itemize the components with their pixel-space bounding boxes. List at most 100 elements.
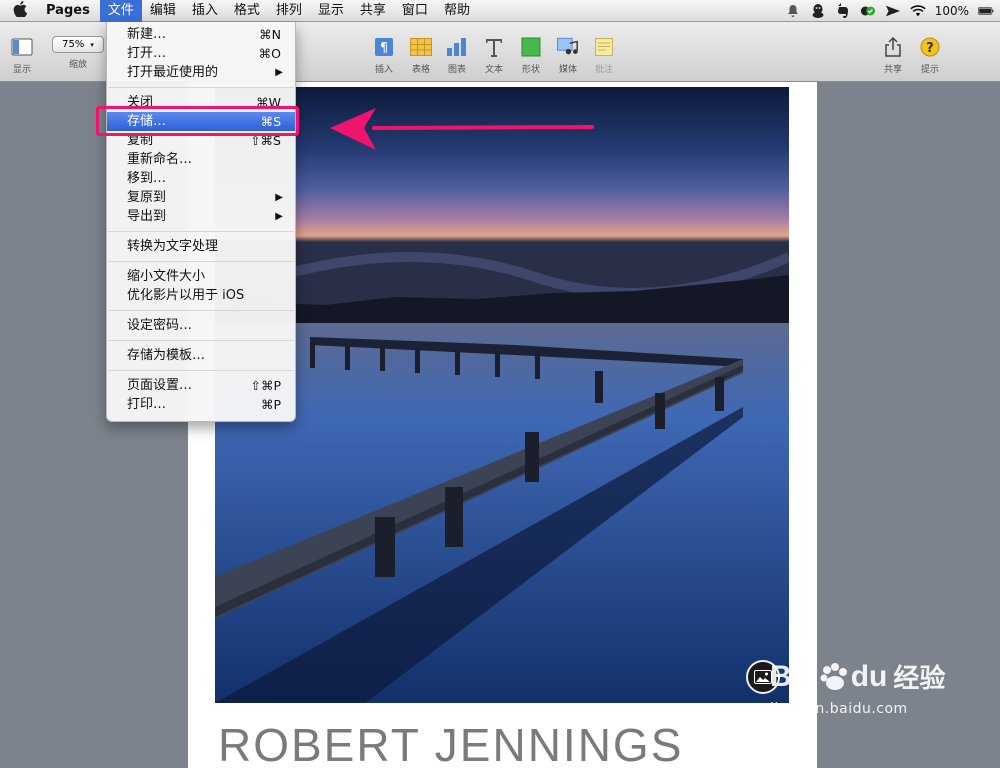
toolbar-view-label: 显示 — [12, 65, 31, 75]
send-icon[interactable] — [885, 3, 901, 19]
baidu-watermark: Bai du 经验 jingyan.baidu.com — [770, 658, 945, 718]
menu-item-label: 打开最近使用的 — [127, 65, 219, 80]
submenu-arrow-icon: ▶ — [275, 192, 283, 203]
menu-separator — [108, 340, 294, 341]
svg-text:¶: ¶ — [380, 41, 388, 56]
shape-icon — [520, 36, 542, 58]
menu-item-label: 打印… — [127, 397, 167, 412]
menu-separator — [108, 370, 294, 371]
svg-text:?: ? — [926, 41, 934, 56]
menu-item-rename[interactable]: 重新命名… — [107, 150, 295, 169]
notification-icon[interactable] — [785, 3, 801, 19]
menu-item-label: 转换为文字处理 — [127, 239, 219, 254]
toolbar-tips-label: 提示 — [920, 65, 939, 75]
toolbar-insert-label: 插入 — [374, 65, 393, 75]
toolbar-comment-label: 批注 — [594, 65, 613, 75]
wifi-icon[interactable] — [910, 3, 926, 19]
toolbar-comment-button[interactable]: 批注 — [582, 36, 626, 75]
menu-item-reduce-file-size[interactable]: 缩小文件大小 — [107, 267, 295, 286]
toolbar-media-label: 媒体 — [558, 65, 577, 75]
menu-item-label: 优化影片以用于 iOS — [127, 288, 245, 303]
menu-item-move-to[interactable]: 移到… — [107, 169, 295, 188]
menu-item-optimize-movies-ios[interactable]: 优化影片以用于 iOS — [107, 286, 295, 305]
menu-view[interactable]: 显示 — [310, 0, 352, 22]
menu-edit[interactable]: 编辑 — [142, 0, 184, 22]
menu-item-print[interactable]: 打印… ⌘P — [107, 395, 295, 414]
sync-icon[interactable] — [860, 3, 876, 19]
menu-item-label: 移到… — [127, 171, 167, 186]
file-menu-dropdown: 新建… ⌘N 打开… ⌘O 打开最近使用的 ▶ 关闭 ⌘W 存储… ⌘S 复制 ⇧⌘S 重新… — [106, 22, 296, 422]
menu-item-shortcut: ⌘N — [259, 27, 281, 42]
watermark-brand-cn: 经验 — [893, 663, 946, 693]
menu-share[interactable]: 共享 — [352, 0, 394, 22]
menu-item-open-recent[interactable]: 打开最近使用的 ▶ — [107, 63, 295, 82]
zoom-select[interactable]: 75% ▾ — [52, 36, 104, 53]
menu-item-open[interactable]: 打开… ⌘O — [107, 44, 295, 63]
menu-insert[interactable]: 插入 — [184, 0, 226, 22]
menu-item-page-setup[interactable]: 页面设置… ⇧⌘P — [107, 376, 295, 395]
zoom-value: 75% — [62, 39, 85, 50]
menu-item-label: 设定密码… — [127, 318, 193, 333]
menu-item-shortcut: ⌘O — [258, 46, 281, 61]
zoom-control: 75% ▾ 缩放 — [50, 36, 106, 70]
menu-arrange[interactable]: 排列 — [268, 0, 310, 22]
watermark-brand: Bai du 经验 — [770, 658, 945, 695]
menu-format[interactable]: 格式 — [226, 0, 268, 22]
battery-percent: 100% — [934, 4, 969, 18]
pier-photo[interactable] — [215, 87, 789, 703]
menu-item-convert-word-processing[interactable]: 转换为文字处理 — [107, 237, 295, 256]
menu-item-label: 重新命名… — [127, 152, 193, 167]
chevron-down-icon: ▾ — [90, 40, 94, 49]
menu-item-label: 存储为模板… — [127, 348, 206, 363]
text-icon — [483, 36, 505, 58]
watermark-brand-suffix: du — [850, 659, 888, 693]
chart-icon — [446, 36, 468, 58]
annotation-highlight-box — [96, 106, 299, 136]
toolbar-share-label: 共享 — [883, 65, 902, 75]
comment-icon — [593, 36, 615, 58]
view-icon — [11, 36, 33, 58]
menu-item-export-to[interactable]: 导出到 ▶ — [107, 207, 295, 226]
status-area: 100% — [785, 0, 994, 22]
evernote-icon[interactable] — [835, 3, 851, 19]
document-title[interactable]: ROBERT JENNINGS — [218, 718, 683, 768]
submenu-arrow-icon: ▶ — [275, 211, 283, 222]
toolbar-text-label: 文本 — [484, 65, 503, 75]
toolbar-tips-button[interactable]: ? 提示 — [908, 36, 952, 75]
battery-icon[interactable] — [978, 3, 994, 19]
share-icon — [882, 36, 904, 58]
toolbar-table-label: 表格 — [411, 65, 430, 75]
menu-item-label: 新建… — [127, 27, 167, 42]
qq-icon[interactable] — [810, 3, 826, 19]
menu-item-new[interactable]: 新建… ⌘N — [107, 25, 295, 44]
menu-item-label: 打开… — [127, 46, 167, 61]
menu-item-revert-to[interactable]: 复原到 ▶ — [107, 188, 295, 207]
menu-bar: Pages 文件 编辑 插入 格式 排列 显示 共享 窗口 帮助 100% — [0, 0, 1000, 22]
menu-item-label: 页面设置… — [127, 378, 193, 393]
menu-file[interactable]: 文件 — [99, 0, 142, 22]
submenu-arrow-icon: ▶ — [275, 67, 283, 78]
paw-logo-icon — [819, 662, 849, 692]
menu-item-label: 缩小文件大小 — [127, 269, 206, 284]
menu-item-set-password[interactable]: 设定密码… — [107, 316, 295, 335]
menu-separator — [108, 231, 294, 232]
menu-item-shortcut: ⇧⌘P — [250, 378, 281, 393]
menu-item-shortcut: ⌘P — [260, 397, 281, 412]
app-menu[interactable]: Pages — [40, 0, 100, 22]
menu-separator — [108, 87, 294, 88]
toolbar-zoom-label: 缩放 — [68, 60, 87, 70]
toolbar-chart-label: 图表 — [447, 65, 466, 75]
annotation-arrow-icon — [330, 108, 596, 156]
menu-window[interactable]: 窗口 — [394, 0, 436, 22]
watermark-url: jingyan.baidu.com — [770, 701, 908, 717]
menu-help[interactable]: 帮助 — [436, 0, 478, 22]
apple-menu-icon[interactable] — [0, 0, 40, 21]
toolbar-view-button[interactable]: 显示 — [0, 36, 44, 75]
table-icon — [410, 36, 432, 58]
watermark-brand-prefix: Bai — [770, 659, 817, 693]
insert-icon: ¶ — [373, 36, 395, 58]
menu-item-label: 导出到 — [127, 209, 167, 224]
menu-separator — [108, 310, 294, 311]
menu-item-save-as-template[interactable]: 存储为模板… — [107, 346, 295, 365]
menu-separator — [108, 261, 294, 262]
